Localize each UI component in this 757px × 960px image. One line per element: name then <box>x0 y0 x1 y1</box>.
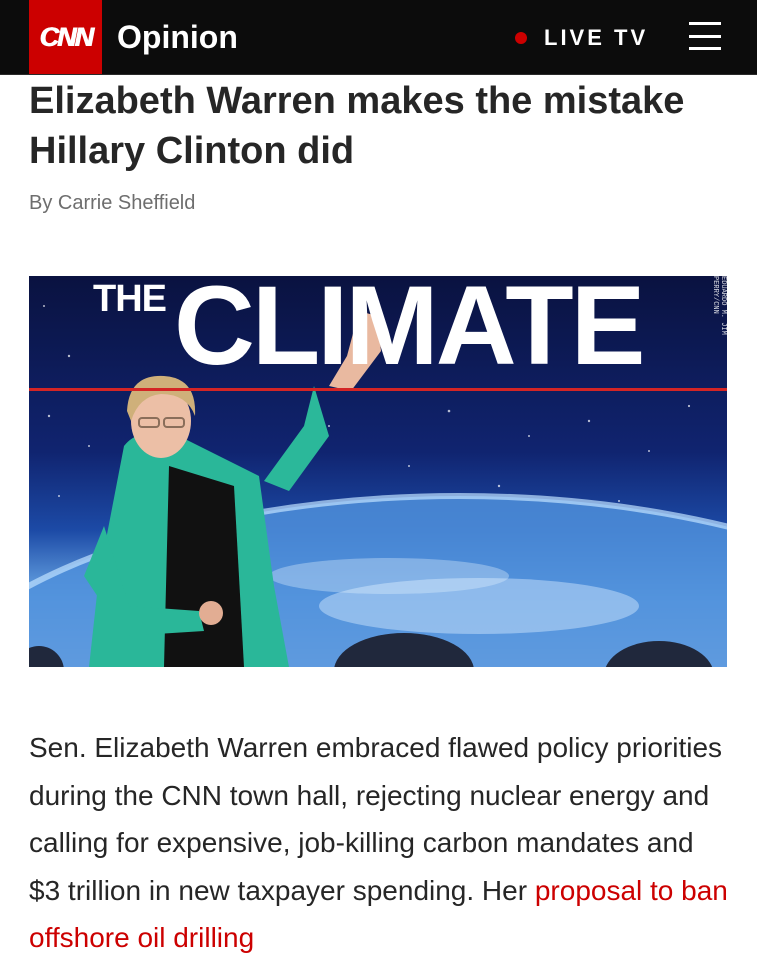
menu-line <box>689 47 721 50</box>
hamburger-menu-icon[interactable] <box>689 22 721 50</box>
hero-text-climate: CLIMATE <box>174 276 645 388</box>
live-tv-button[interactable]: LIVE TV <box>515 24 648 52</box>
hero-text-the: THE <box>93 278 167 320</box>
menu-line <box>689 22 721 25</box>
cnn-logo[interactable]: CNN <box>29 0 102 74</box>
live-dot-icon <box>515 32 527 44</box>
top-navigation-bar: CNN Opinion LIVE TV <box>0 0 757 75</box>
cnn-logo-text: CNN <box>39 21 93 52</box>
live-tv-label: LIVE TV <box>544 25 649 50</box>
article-byline[interactable]: By Carrie Sheffield <box>29 190 195 216</box>
stage-red-line <box>29 388 727 391</box>
photo-credit: EDUARDO M. JIM PERRY/CNN <box>711 276 727 335</box>
article-body-paragraph: Sen. Elizabeth Warren embraced flawed po… <box>29 724 729 960</box>
section-title[interactable]: Opinion <box>117 18 238 56</box>
hero-image[interactable]: THE CLIMATE EDUARDO M. JIM PERRY/CNN <box>29 276 727 667</box>
article-headline: Elizabeth Warren makes the mistake Hilla… <box>29 80 685 172</box>
menu-line <box>689 34 721 38</box>
